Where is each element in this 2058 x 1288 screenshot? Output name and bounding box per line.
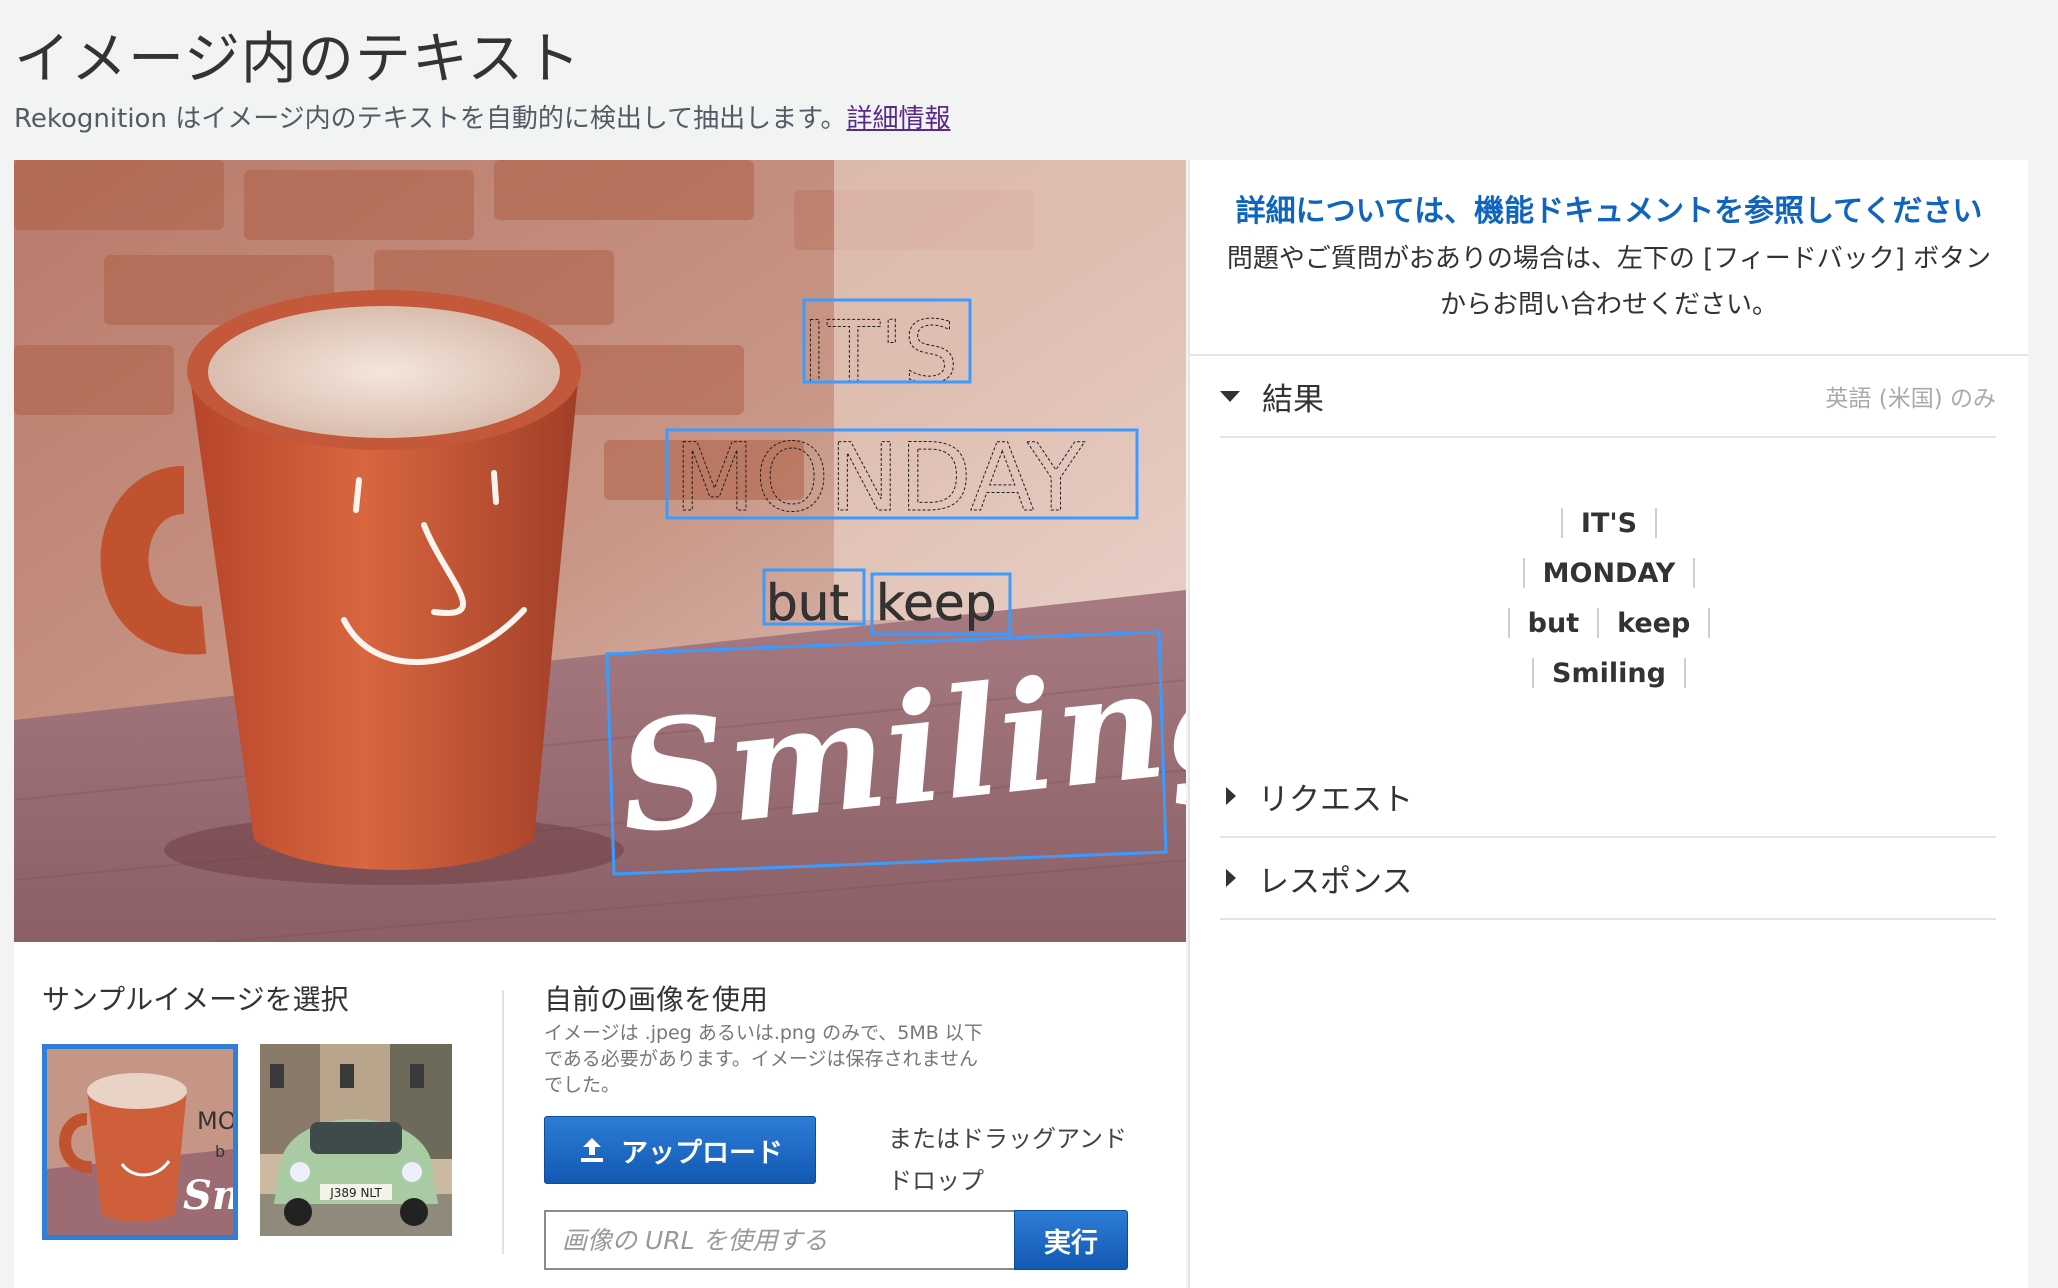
word-its: IT'S [802, 303, 958, 403]
header-divider [1190, 354, 2028, 356]
result-word: IT'S [1580, 507, 1638, 539]
caret-down-icon [1220, 390, 1240, 402]
page-title: イメージ内のテキスト [14, 27, 582, 92]
own-image-title: 自前の画像を使用 [544, 983, 769, 1016]
thumb-text-sm: Sm [183, 1172, 233, 1219]
thumb-text-mo: MO [197, 1107, 233, 1135]
help-line-1: 問題やご質問がおありの場合は、左下の [フィードバック] ボタン [1226, 244, 1992, 274]
request-divider [1220, 836, 1996, 838]
run-button[interactable]: 実行 [1014, 1210, 1128, 1270]
documentation-link[interactable]: 詳細については、機能ドキュメントを参照してください [1190, 186, 2028, 230]
help-text: 問題やご質問がおありの場合は、左下の [フィードバック] ボタン からお問い合わ… [1190, 236, 2028, 328]
sample-thumb-car[interactable]: J389 NLT [260, 1044, 452, 1236]
sample-thumb-mug[interactable]: MO b Sm [42, 1044, 238, 1240]
response-divider [1220, 918, 1996, 920]
response-label: レスポンス [1258, 863, 1413, 900]
upload-button[interactable]: アップロード [544, 1116, 816, 1184]
help-line-2: からお問い合わせください。 [1439, 290, 1778, 320]
results-section-header[interactable]: 結果 英語 (米国) のみ [1220, 366, 1996, 426]
analyzed-image: IT'S MONDAY but keep Smiling [14, 160, 1186, 942]
result-row: IT'S [1190, 498, 2028, 548]
input-panel: サンプルイメージを選択 MO b Sm [14, 942, 1186, 1288]
result-row: MONDAY [1190, 548, 2028, 598]
word-keep: keep [876, 574, 996, 632]
request-label: リクエスト [1258, 781, 1413, 818]
upload-icon [581, 1138, 603, 1162]
results-list: IT'S MONDAY but keep Smiling [1190, 498, 2028, 698]
result-word: MONDAY [1542, 557, 1676, 589]
page-subtitle: Rekognition はイメージ内のテキストを自動的に検出して抽出します。詳細… [14, 98, 951, 135]
image-url-input[interactable] [544, 1210, 1014, 1270]
request-section-header[interactable]: リクエスト [1220, 766, 1996, 826]
caret-right-icon [1226, 787, 1236, 805]
own-image-description: イメージは .jpeg あるいは.png のみで、5MB 以下である必要がありま… [544, 1022, 983, 1096]
upload-button-label: アップロード [621, 1137, 783, 1169]
result-word: but [1527, 607, 1580, 639]
results-divider [1220, 436, 1996, 438]
results-label: 結果 [1262, 381, 1324, 418]
car-plate-text: J389 NLT [329, 1186, 382, 1200]
result-word: Smiling [1552, 657, 1666, 689]
thumb-text-b: b [215, 1142, 225, 1161]
panel-divider [502, 990, 504, 1254]
learn-more-link[interactable]: 詳細情報 [847, 104, 951, 134]
results-language-note: 英語 (米国) のみ [1825, 386, 1996, 412]
results-panel: 詳細については、機能ドキュメントを参照してください 問題やご質問がおありの場合は… [1188, 160, 2028, 1288]
subtitle-text: Rekognition はイメージ内のテキストを自動的に検出して抽出します。 [14, 104, 847, 134]
caret-right-icon [1226, 869, 1236, 887]
drag-drop-hint: またはドラッグアンド ドロップ [888, 1125, 1128, 1195]
sample-title: サンプルイメージを選択 [42, 983, 349, 1016]
result-word: keep [1617, 607, 1691, 639]
response-section-header[interactable]: レスポンス [1220, 848, 1996, 908]
result-row: but keep [1190, 598, 2028, 648]
result-row: Smiling [1190, 648, 2028, 698]
